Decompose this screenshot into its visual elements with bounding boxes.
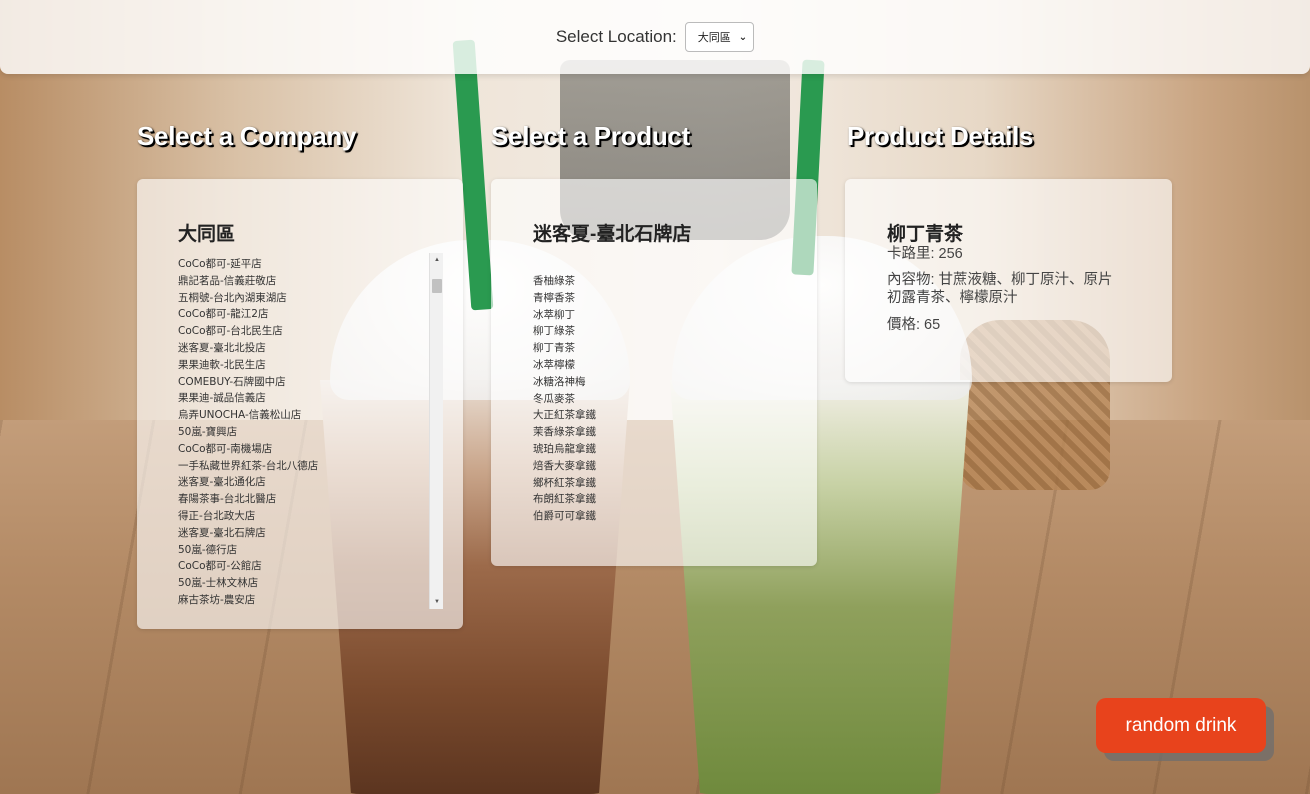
scroll-thumb[interactable] — [432, 279, 442, 293]
store-list-item[interactable]: 得正-台北政大店 — [178, 508, 428, 525]
product-card: 迷客夏-臺北石牌店 香柚綠茶 青檸香茶 冰萃柳丁 柳丁綠茶 柳丁青茶 冰萃檸檬 冰糖洛神梅冬… — [491, 179, 817, 566]
store-list-item[interactable]: 50嵐-士林文林店 — [178, 575, 428, 592]
product-list-item[interactable]: 鄉杯紅茶拿鐵 — [533, 475, 773, 492]
product-list-item[interactable]: 冰糖洛神梅 — [533, 374, 773, 391]
chevron-down-icon: ⌄ — [738, 31, 748, 43]
store-list-item[interactable]: 果果迪軟-北民生店 — [178, 357, 428, 374]
product-list-item[interactable]: 大正紅茶拿鐵 — [533, 407, 773, 424]
product-list-item[interactable]: 布朗紅茶拿鐵 — [533, 491, 773, 508]
product-list-item[interactable]: 伯爵可可拿鐵 — [533, 508, 773, 525]
product-list-item[interactable]: 香柚綠茶 — [533, 273, 773, 290]
detail-calories: 卡路里: 256 — [887, 246, 963, 262]
store-list-item[interactable]: CoCo都可-延平店 — [178, 256, 428, 273]
product-list-item[interactable]: 青檸香茶 — [533, 290, 773, 307]
location-select-value: 大同區 — [697, 32, 731, 44]
details-card: 柳丁青茶 卡路里: 256 內容物: 甘蔗液糖、柳丁原汁、原片 初露青茶、檸檬原… — [845, 179, 1172, 382]
store-list-item[interactable]: CoCo都可-公館店 — [178, 558, 428, 575]
detail-contents-line2: 初露青茶、檸檬原汁 — [887, 290, 1018, 306]
product-list-item[interactable]: 柳丁綠茶 — [533, 323, 773, 340]
store-list-item[interactable]: 迷客夏-臺北通化店 — [178, 474, 428, 491]
store-list-scrollbar[interactable]: ▲ ▼ — [429, 253, 443, 609]
company-card: 大同區 CoCo都可-延平店 鼎記茗品-信義莊敬店 五桐號-台北內湖東湖店 CoCo都… — [137, 179, 463, 629]
store-list-item[interactable]: CoCo都可-南機場店 — [178, 441, 428, 458]
product-list-item[interactable]: 冬瓜麥茶 — [533, 391, 773, 408]
store-list-item[interactable]: 五桐號-台北內湖東湖店 — [178, 290, 428, 307]
detail-price: 價格: 65 — [887, 317, 941, 333]
company-card-title: 大同區 — [178, 224, 236, 245]
product-list-item[interactable]: 柳丁青茶 — [533, 340, 773, 357]
scroll-up-icon[interactable]: ▲ — [430, 253, 444, 267]
store-list-item[interactable]: CoCo都可-台北民生店 — [178, 323, 428, 340]
detail-contents-line1: 內容物: 甘蔗液糖、柳丁原汁、原片 — [887, 272, 1113, 288]
store-list-item[interactable]: COMEBUY-石牌國中店 — [178, 374, 428, 391]
store-list-item[interactable]: 鼎記茗品-信義莊敬店 — [178, 273, 428, 290]
store-list-item[interactable]: 烏弄UNOCHA-信義松山店 — [178, 407, 428, 424]
location-label: Select Location: — [555, 27, 677, 46]
product-list-item[interactable]: 琥珀烏龍拿鐵 — [533, 441, 773, 458]
store-list-item[interactable]: 50嵐-德行店 — [178, 542, 428, 559]
store-list-item[interactable]: 迷客夏-臺北石牌店 — [178, 525, 428, 542]
store-list-item[interactable]: 春陽茶事-台北北醫店 — [178, 491, 428, 508]
store-list[interactable]: CoCo都可-延平店 鼎記茗品-信義莊敬店 五桐號-台北內湖東湖店 CoCo都可-龍江… — [178, 256, 428, 609]
product-list-item[interactable]: 冰萃柳丁 — [533, 307, 773, 324]
product-list-item[interactable]: 冰萃檸檬 — [533, 357, 773, 374]
store-list-item[interactable]: 果果迪-誠品信義店 — [178, 390, 428, 407]
product-heading: Select a Product — [491, 121, 690, 151]
store-list-item[interactable]: CoCo都可-龍江2店 — [178, 306, 428, 323]
random-drink-button[interactable]: random drink — [1096, 698, 1266, 753]
store-list-item[interactable]: 50嵐-寶興店 — [178, 424, 428, 441]
store-list-item[interactable]: 麻古茶坊-農安店 — [178, 592, 428, 609]
details-heading: Product Details — [847, 121, 1034, 151]
detail-name: 柳丁青茶 — [887, 224, 964, 245]
product-card-title: 迷客夏-臺北石牌店 — [533, 224, 692, 245]
location-select[interactable]: 大同區 ⌄ — [684, 22, 755, 52]
scroll-down-icon[interactable]: ▼ — [430, 595, 444, 609]
product-list-item[interactable]: 焙香大麥拿鐵 — [533, 458, 773, 475]
store-list-item[interactable]: 迷客夏-臺北北投店 — [178, 340, 428, 357]
store-list-item[interactable]: 一手私藏世界紅茶-台北八德店 — [178, 458, 428, 475]
product-list[interactable]: 香柚綠茶 青檸香茶 冰萃柳丁 柳丁綠茶 柳丁青茶 冰萃檸檬 冰糖洛神梅 冬瓜麥茶 大正紅茶拿鐵茉… — [533, 273, 773, 525]
company-heading: Select a Company — [137, 121, 357, 151]
product-list-item[interactable]: 茉香綠茶拿鐵 — [533, 424, 773, 441]
location-bar: Select Location: 大同區 ⌄ — [0, 0, 1310, 74]
